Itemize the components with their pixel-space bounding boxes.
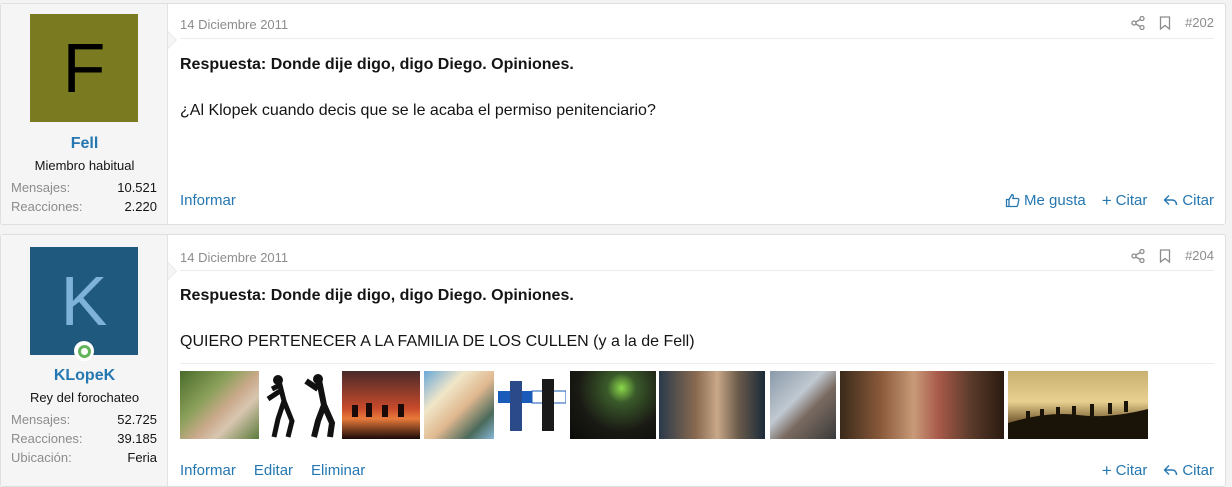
stat-label: Mensajes: [11, 412, 71, 427]
thumb-dancers-white[interactable] [262, 371, 338, 439]
post-date[interactable]: 14 Diciembre 2011 [180, 250, 288, 265]
delete-link[interactable]: Eliminar [311, 462, 365, 479]
plus-icon: + [1101, 191, 1112, 210]
post-actions-left: Informar [180, 192, 236, 209]
stat-messages: Mensajes: 10.521 [11, 180, 157, 195]
share-icon[interactable] [1131, 15, 1145, 30]
avatar-letter: F [62, 29, 106, 107]
stat-value: 2.220 [124, 199, 157, 214]
multi-quote-label: Citar [1115, 462, 1148, 479]
multi-quote-label: Citar [1115, 192, 1148, 209]
stat-value: 10.521 [117, 180, 157, 195]
post-actions-right: Me gusta + Citar Citar [1005, 192, 1214, 209]
like-label: Me gusta [1024, 192, 1086, 209]
thumb-girl-portrait[interactable] [659, 371, 765, 439]
stat-value: 52.725 [117, 412, 157, 427]
post-text: ¿Al Klopek cuando decis que se le acaba … [180, 102, 656, 119]
user-title: Miembro habitual [34, 158, 135, 173]
post-tools: #204 [1131, 248, 1214, 263]
post-main: 14 Diciembre 2011 #204 Respuesta: Donde … [180, 235, 1214, 486]
avatar-letter: K [60, 262, 108, 340]
thumb-woman-portrait[interactable] [770, 371, 836, 439]
stat-label: Reacciones: [11, 431, 83, 446]
stat-location: Ubicación: Feria [11, 450, 157, 465]
username[interactable]: KLopeK [1, 367, 168, 385]
thumb-silhouette-procession[interactable] [1008, 371, 1148, 439]
online-status-icon [74, 341, 94, 361]
thumb-riders-sunset[interactable] [342, 371, 420, 439]
stat-value: 39.185 [117, 431, 157, 446]
post-tools: #202 [1131, 15, 1214, 30]
thumb-movie-poster[interactable] [498, 371, 566, 439]
thumb-green-lights[interactable] [570, 371, 656, 439]
divider [180, 270, 1214, 271]
post-actions-left: Informar Editar Eliminar [180, 462, 365, 479]
user-cell: K KLopeK Rey del forochateo Mensajes: 52… [1, 235, 177, 486]
thumbs-up-icon [1005, 193, 1020, 208]
stat-messages: Mensajes: 52.725 [11, 412, 157, 427]
divider [180, 363, 1214, 364]
post-number[interactable]: #202 [1185, 15, 1214, 30]
stat-label: Mensajes: [11, 180, 71, 195]
stat-reactions: Reacciones: 2.220 [11, 199, 157, 214]
stat-value: Feria [127, 450, 157, 465]
post-main: 14 Diciembre 2011 #202 Respuesta: Donde … [180, 4, 1214, 224]
avatar[interactable]: F [30, 14, 138, 122]
post-actions-right: + Citar Citar [1102, 462, 1214, 479]
multi-quote-button[interactable]: + Citar [1102, 462, 1148, 479]
thumb-couple-forest[interactable] [180, 371, 259, 439]
share-icon[interactable] [1131, 248, 1145, 263]
post-date[interactable]: 14 Diciembre 2011 [180, 17, 288, 32]
edit-link[interactable]: Editar [254, 462, 293, 479]
stat-label: Reacciones: [11, 199, 83, 214]
divider [180, 38, 1214, 39]
stat-reactions: Reacciones: 39.185 [11, 431, 157, 446]
reply-button[interactable]: Citar [1163, 462, 1214, 479]
report-link[interactable]: Informar [180, 192, 236, 209]
post-number[interactable]: #204 [1185, 248, 1214, 263]
reply-button[interactable]: Citar [1163, 192, 1214, 209]
report-link[interactable]: Informar [180, 462, 236, 479]
reply-label: Citar [1182, 192, 1214, 209]
reply-label: Citar [1182, 462, 1214, 479]
post-202: F Fell Miembro habitual Mensajes: 10.521… [0, 3, 1226, 225]
user-cell: F Fell Miembro habitual Mensajes: 10.521… [1, 4, 177, 224]
bookmark-icon[interactable] [1159, 15, 1171, 30]
post-204: K KLopeK Rey del forochateo Mensajes: 52… [0, 234, 1226, 487]
thumb-statue[interactable] [840, 371, 1004, 439]
post-text: QUIERO PERTENECER A LA FAMILIA DE LOS CU… [180, 333, 695, 350]
like-button[interactable]: Me gusta [1005, 192, 1086, 209]
stat-label: Ubicación: [11, 450, 72, 465]
reply-icon [1164, 465, 1178, 476]
thumb-comic-soldiers[interactable] [424, 371, 494, 439]
avatar[interactable]: K [30, 247, 138, 355]
post-title: Respuesta: Donde dije digo, digo Diego. … [180, 287, 574, 304]
bookmark-icon[interactable] [1159, 248, 1171, 263]
username[interactable]: Fell [1, 135, 168, 153]
multi-quote-button[interactable]: + Citar [1102, 192, 1148, 209]
reply-icon [1164, 195, 1178, 206]
plus-icon: + [1101, 461, 1112, 480]
post-title: Respuesta: Donde dije digo, digo Diego. … [180, 56, 574, 73]
user-title: Rey del forochateo [29, 390, 140, 405]
